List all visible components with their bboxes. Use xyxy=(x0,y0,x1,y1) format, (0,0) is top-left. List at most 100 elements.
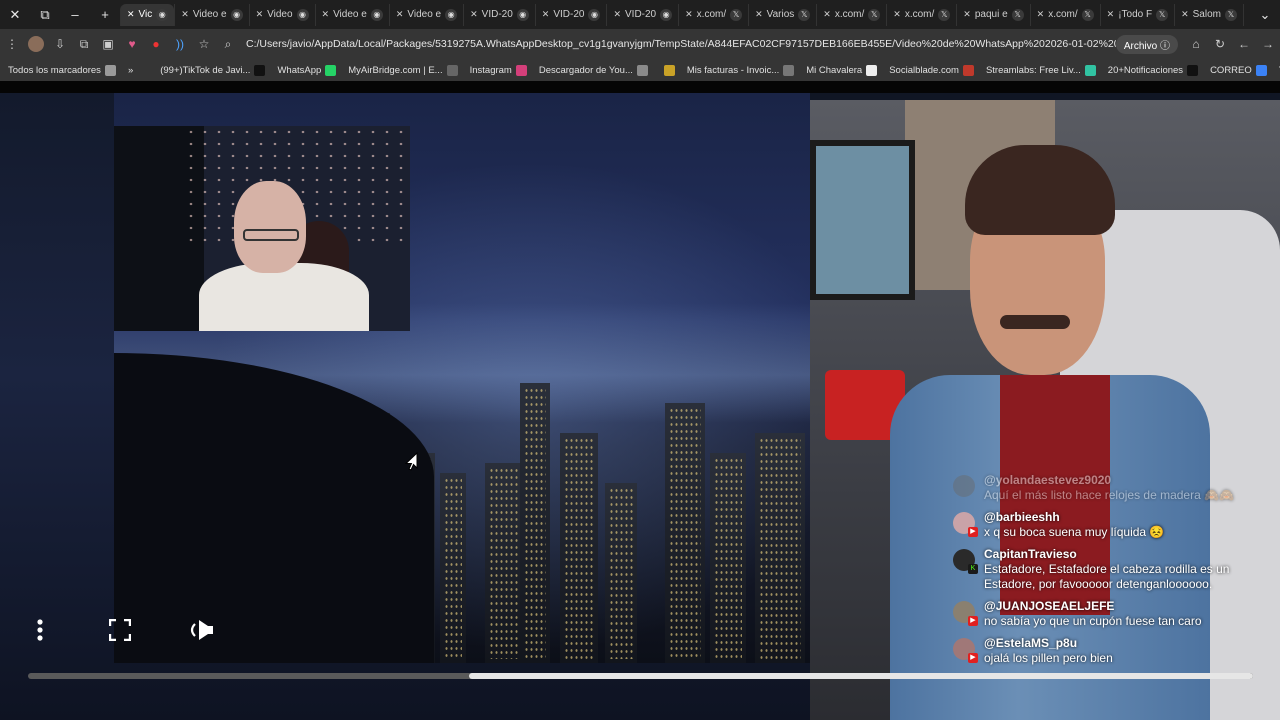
forward-icon[interactable]: → xyxy=(1256,29,1280,59)
bookmark-item[interactable]: Socialblade.com xyxy=(889,64,974,76)
chat-avatar: ▶ xyxy=(953,638,978,663)
tab-label: x.com/ xyxy=(1048,9,1078,20)
browser-tab[interactable]: ✕ Vic ◉ xyxy=(120,3,175,26)
bookmark-favicon-icon xyxy=(515,64,527,76)
close-tab-icon[interactable]: ✕ xyxy=(127,9,135,20)
bookmark-label: Todos los marcadores xyxy=(8,64,101,76)
man-with-glasses xyxy=(199,181,379,331)
browser-tab[interactable]: ✕ paqui e𝕏 xyxy=(956,3,1029,26)
volume-icon[interactable] xyxy=(186,616,214,644)
chrome-icon: ◉ xyxy=(516,8,529,21)
close-tab-icon[interactable]: ✕ xyxy=(396,9,404,20)
tab-label: VID-20 xyxy=(625,9,657,20)
bookmark-label: Instagram xyxy=(469,64,512,76)
close-tab-icon[interactable]: ✕ xyxy=(893,9,901,20)
back-icon[interactable]: ← xyxy=(1232,29,1256,59)
bookmark-item[interactable]: Streamlabs: Free Liv... xyxy=(986,64,1096,76)
tab-label: x.com/ xyxy=(834,9,865,20)
menu-dots-icon[interactable]: ⋮ xyxy=(0,29,24,59)
heart-extension-icon[interactable]: ♥ xyxy=(120,29,144,59)
url-field[interactable]: C:/Users/javio/AppData/Local/Packages/53… xyxy=(240,33,1116,55)
tab-label: x.com/ xyxy=(904,9,935,20)
bookmark-item[interactable]: Instagram xyxy=(469,64,527,76)
record-extension-icon[interactable]: ● xyxy=(144,29,168,59)
kick-badge-icon: K xyxy=(968,564,978,574)
home-icon[interactable]: ⌂ xyxy=(1184,29,1208,59)
restore-window-icon[interactable]: ⧉ xyxy=(30,0,60,29)
cast-icon[interactable]: )) xyxy=(168,29,192,59)
browser-tab[interactable]: ✕ x.com/𝕏 xyxy=(1029,3,1100,26)
close-window-icon[interactable]: ✕ xyxy=(0,0,30,29)
building xyxy=(560,433,598,663)
browser-tab[interactable]: ✕ Varios 𝕏 xyxy=(748,3,816,26)
close-tab-icon[interactable]: ✕ xyxy=(1181,9,1189,20)
close-tab-icon[interactable]: ✕ xyxy=(963,9,971,20)
browser-tab[interactable]: ✕VID-20◉ xyxy=(463,3,535,26)
zoom-icon[interactable]: ⌕ xyxy=(216,29,240,59)
profile-avatar[interactable] xyxy=(24,29,48,59)
bookmark-label: » xyxy=(127,64,134,76)
bookmark-item[interactable] xyxy=(660,64,675,76)
browser-tab[interactable]: ✕ Video e ◉ xyxy=(388,3,463,26)
close-tab-icon[interactable]: ✕ xyxy=(256,9,264,20)
archivo-chip: Archivo ⓘ xyxy=(1115,34,1178,54)
browser-tab[interactable]: ✕VID-20◉ xyxy=(1243,3,1250,26)
close-tab-icon[interactable]: ✕ xyxy=(1037,9,1045,20)
more-options-icon[interactable] xyxy=(26,616,54,644)
progress-bar[interactable] xyxy=(28,673,1253,679)
bookmark-item[interactable]: Mi Chavalera xyxy=(806,64,878,76)
close-tab-icon[interactable]: ✕ xyxy=(1107,9,1115,20)
bookmark-label: (99+)TikTok de Javi... xyxy=(160,64,251,76)
downloads-icon[interactable]: ⇩ xyxy=(48,29,72,59)
browser-tab[interactable]: ✕ Video e ◉ xyxy=(314,3,389,26)
x-icon: 𝕏 xyxy=(798,8,811,21)
bookmark-item[interactable]: 20+Notificaciones xyxy=(1108,64,1199,76)
browser-tab[interactable]: ✕ Video e ◉ xyxy=(174,3,248,26)
bookmark-item[interactable]: Mis facturas - Invoic... xyxy=(687,64,795,76)
close-tab-icon[interactable]: ✕ xyxy=(613,9,621,20)
building xyxy=(665,403,705,663)
tab-label: x.com/ xyxy=(696,9,727,20)
browser-tab[interactable]: ✕ Video ◉ xyxy=(248,3,315,26)
bookmark-item[interactable]: » xyxy=(128,65,148,76)
browser-tab[interactable]: ✕VID-20◉ xyxy=(534,3,607,26)
tab-search-icon[interactable]: ⌄ xyxy=(1250,0,1280,29)
chat-text: no sabía yo que un cupón fuese tan caro xyxy=(984,614,1202,628)
bookmark-item[interactable]: CORREO xyxy=(1210,64,1267,76)
minimize-window-icon[interactable]: – xyxy=(60,0,90,29)
reload-icon[interactable]: ↻ xyxy=(1208,29,1232,59)
building xyxy=(520,383,550,663)
browser-tab[interactable]: ✕ VID-20◉ xyxy=(606,3,678,26)
live-chat: @yolandaestevez9020 Aquí el más listo hac… xyxy=(945,473,1260,703)
chat-text: Aquí el más listo hace relojes de madera… xyxy=(984,488,1234,502)
bookmark-item[interactable]: Descargador de You... xyxy=(539,64,648,76)
bookmark-item[interactable]: WhatsApp xyxy=(277,64,337,76)
browser-tab[interactable]: ✕ x.com/𝕏 xyxy=(886,3,956,26)
tab-label: Video xyxy=(267,9,293,20)
new-tab-button[interactable]: + xyxy=(90,0,120,29)
bookmark-item[interactable]: Todos los marcadores xyxy=(8,64,116,76)
chrome-icon: ◉ xyxy=(660,8,673,21)
building xyxy=(755,433,805,663)
tab-label: VID-20 xyxy=(481,9,513,20)
close-tab-icon[interactable]: ✕ xyxy=(542,9,550,20)
bookmark-item[interactable]: (99+)TikTok de Javi... xyxy=(160,64,266,76)
extension-icon[interactable]: ▣ xyxy=(96,29,120,59)
browser-tab[interactable]: ✕ Salom 𝕏 xyxy=(1174,3,1243,26)
browser-tab[interactable]: ✕ ¡Todo F𝕏 xyxy=(1099,3,1174,26)
browser-tab[interactable]: ✕ x.com/𝕏 xyxy=(678,3,748,26)
close-tab-icon[interactable]: ✕ xyxy=(823,9,831,20)
close-tab-icon[interactable]: ✕ xyxy=(181,9,189,20)
archivo-label: Archivo xyxy=(1123,40,1158,52)
fullscreen-icon[interactable] xyxy=(106,616,134,644)
close-tab-icon[interactable]: ✕ xyxy=(322,9,330,20)
x-icon: 𝕏 xyxy=(868,8,881,21)
bookmark-item[interactable]: MyAirBridge.com | E... xyxy=(348,64,458,76)
close-tab-icon[interactable]: ✕ xyxy=(685,9,693,20)
close-tab-icon[interactable]: ✕ xyxy=(470,9,478,20)
browser-tab[interactable]: ✕ x.com/𝕏 xyxy=(816,3,886,26)
man-head xyxy=(234,181,306,273)
bookmark-star-icon[interactable]: ☆ xyxy=(192,29,216,59)
extensions-icon[interactable]: ⧉ xyxy=(72,29,96,59)
close-tab-icon[interactable]: ✕ xyxy=(755,9,763,20)
